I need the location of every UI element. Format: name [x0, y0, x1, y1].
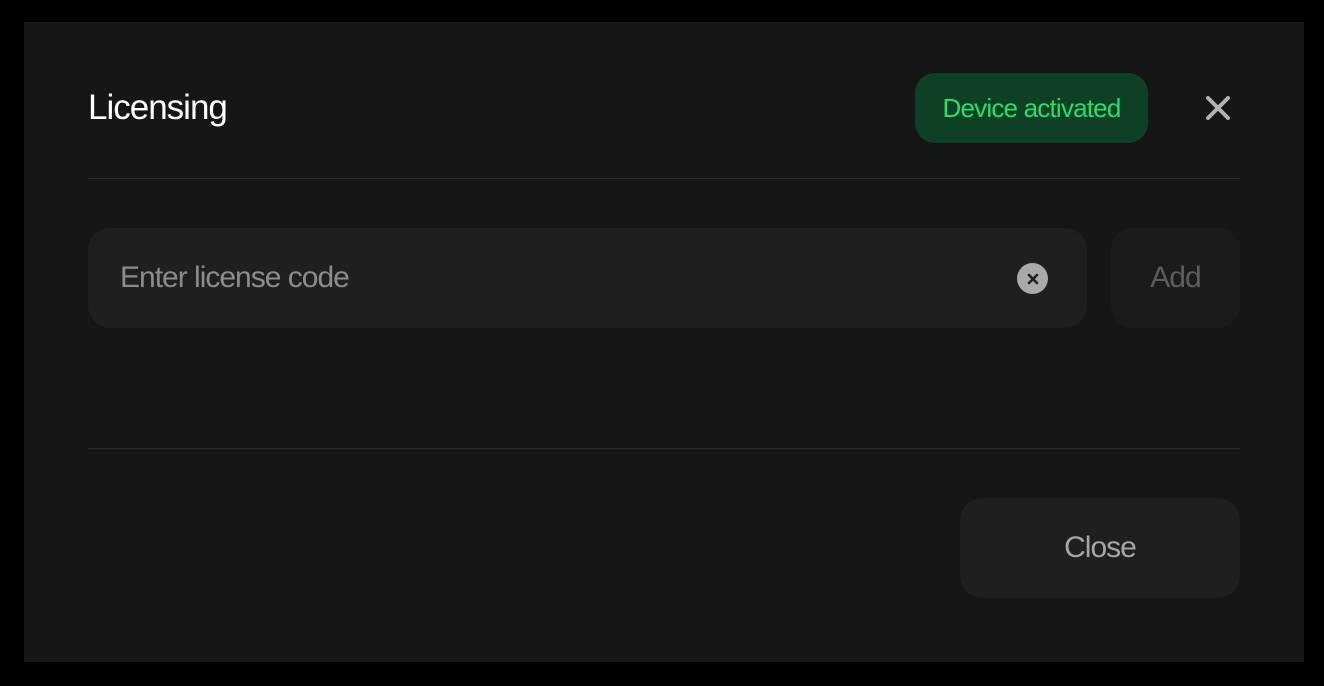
status-badge: Device activated: [915, 73, 1148, 143]
dialog-title: Licensing: [88, 88, 228, 127]
footer-divider: [88, 448, 1240, 449]
licensing-dialog: Licensing Device activated Add Close: [24, 22, 1304, 662]
close-icon: [1206, 96, 1230, 120]
header-divider: [88, 178, 1240, 179]
license-field: [88, 228, 1087, 328]
add-license-button[interactable]: Add: [1111, 228, 1240, 328]
dialog-close-button[interactable]: [1200, 90, 1236, 126]
clear-circle-x-icon: [1027, 273, 1038, 284]
clear-input-button[interactable]: [1017, 263, 1048, 294]
license-code-input[interactable]: [88, 228, 988, 328]
close-button[interactable]: Close: [960, 498, 1240, 598]
